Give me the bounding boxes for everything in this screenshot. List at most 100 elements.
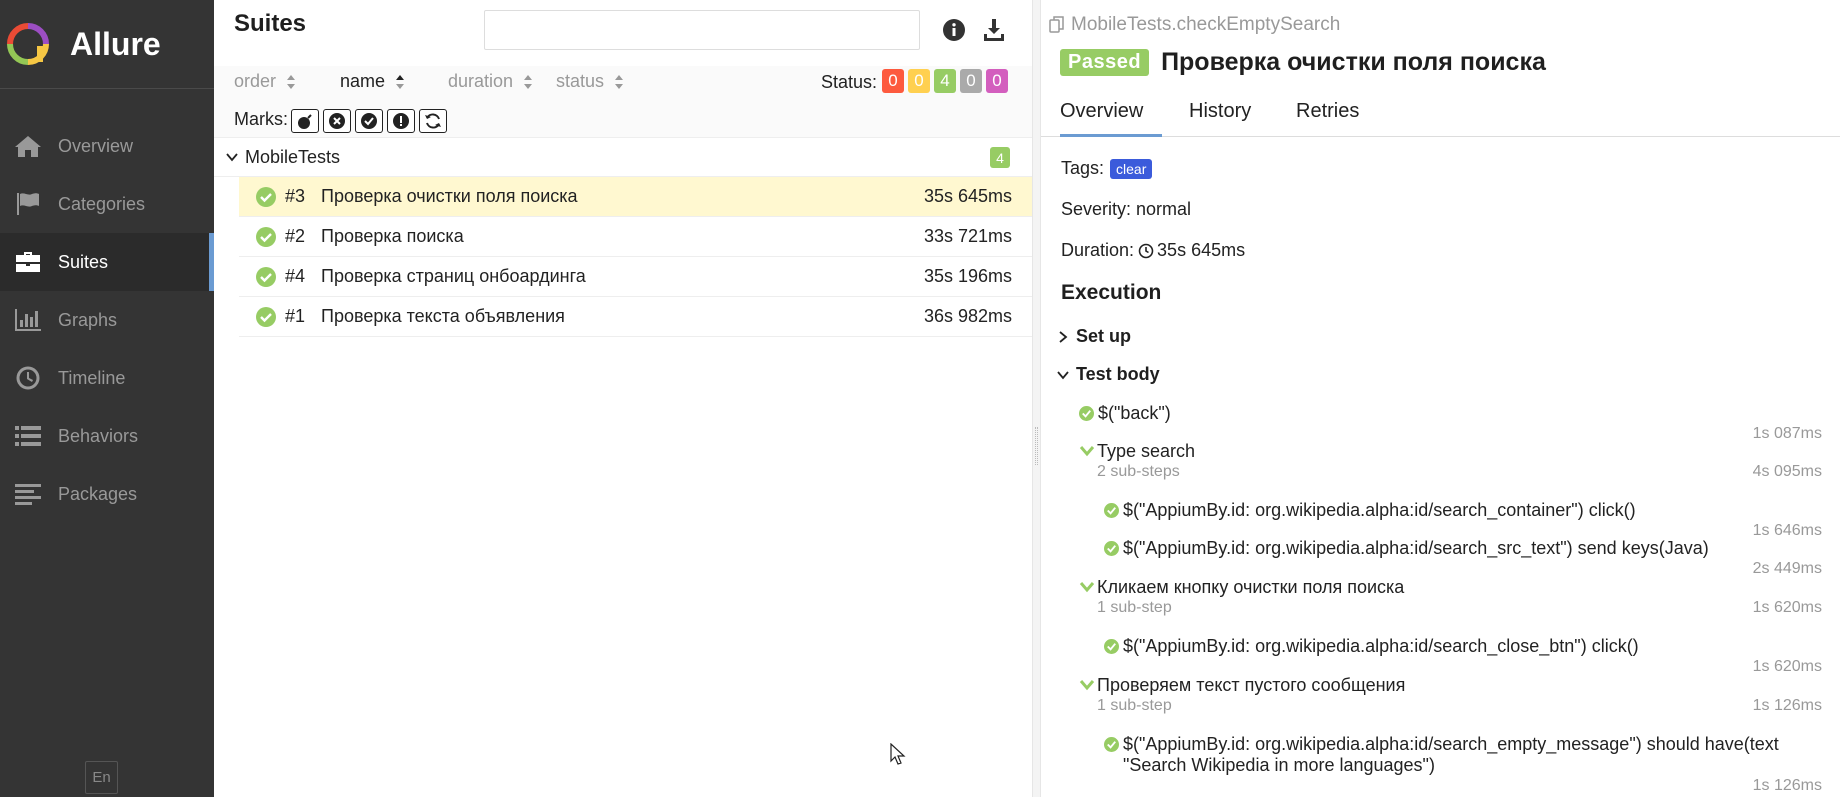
table-row[interactable]: #4 Проверка страниц онбоардинга 35s 196m…	[239, 257, 1032, 297]
marks-bar: Marks:	[214, 102, 1032, 138]
step-duration: 1s 646ms	[1752, 522, 1822, 539]
test-details-panel: MobileTests.checkEmptySearch Passed Пров…	[1041, 0, 1840, 797]
step-item[interactable]: $("AppiumBy.id: org.wikipedia.alpha:id/s…	[1104, 538, 1709, 559]
sidebar-item-timeline[interactable]: Timeline	[0, 349, 214, 407]
test-body-section[interactable]: Test body	[1057, 364, 1160, 385]
passed-status-icon	[1104, 737, 1119, 752]
step-duration: 1s 126ms	[1752, 697, 1822, 714]
sidebar-item-label: Behaviors	[58, 425, 139, 446]
step-item[interactable]: Кликаем кнопку очистки поля поиска	[1079, 577, 1404, 598]
step-item[interactable]: $("back")	[1079, 403, 1171, 424]
sidebar-item-graphs[interactable]: Graphs	[0, 291, 214, 349]
sort-bar: order name duration status Status: 0 0 4…	[214, 66, 1032, 102]
mark-retries-button[interactable]	[419, 109, 447, 133]
sidebar-item-suites[interactable]: Suites	[0, 233, 214, 291]
sort-icon	[396, 74, 405, 89]
passed-status-icon	[256, 187, 276, 207]
status-passed-badge[interactable]: 4	[934, 69, 956, 93]
step-item[interactable]: Проверяем текст пустого сообщения	[1079, 675, 1405, 696]
table-row[interactable]: #2 Проверка поиска 33s 721ms	[239, 217, 1032, 257]
test-name: Проверка очистки поля поиска	[321, 186, 578, 206]
duration-row: Duration: 35s 645ms	[1061, 240, 1246, 260]
mark-flaky-button[interactable]	[291, 109, 319, 133]
bomb-icon	[298, 114, 312, 129]
chevron-down-icon	[1057, 370, 1069, 379]
step-item[interactable]: Type search	[1079, 441, 1195, 462]
sort-duration[interactable]: duration	[448, 71, 533, 92]
chevron-down-icon	[1079, 446, 1095, 457]
test-number: #1	[285, 306, 306, 326]
step-duration: 4s 095ms	[1752, 463, 1822, 480]
status-broken-badge[interactable]: 0	[908, 69, 930, 93]
suite-group-mobiletests[interactable]: MobileTests 4	[214, 138, 1032, 177]
table-row[interactable]: #3 Проверка очистки поля поиска 35s 645m…	[239, 177, 1032, 217]
splitter-grip[interactable]	[1035, 427, 1038, 465]
language-button[interactable]: En	[85, 761, 118, 794]
execution-title: Execution	[1061, 281, 1162, 304]
test-fullname[interactable]: MobileTests.checkEmptySearch	[1049, 14, 1340, 36]
brand[interactable]: Allure	[0, 0, 214, 89]
test-name: Проверка страниц онбоардинга	[321, 266, 586, 286]
step-substeps-count: 1 sub-step	[1097, 599, 1172, 616]
sidebar-item-behaviors[interactable]: Behaviors	[0, 407, 214, 465]
refresh-icon	[425, 113, 441, 129]
sidebar: Allure Overview Categories Suites Graphs…	[0, 0, 214, 797]
test-duration: 35s 196ms	[923, 266, 1012, 286]
sidebar-item-label: Graphs	[58, 309, 118, 330]
align-left-icon	[13, 482, 43, 506]
page-title: Suites	[234, 10, 307, 37]
clock-icon	[13, 366, 43, 390]
step-item[interactable]: $("AppiumBy.id: org.wikipedia.alpha:id/s…	[1104, 500, 1636, 521]
download-icon[interactable]	[981, 17, 1007, 43]
step-duration: 2s 449ms	[1752, 560, 1822, 577]
test-name: Проверка текста объявления	[321, 306, 565, 326]
info-icon[interactable]	[941, 17, 967, 43]
table-row[interactable]: #1 Проверка текста объявления 36s 982ms	[239, 297, 1032, 337]
panel-splitter[interactable]	[1032, 0, 1041, 797]
tab-history[interactable]: History	[1189, 100, 1251, 137]
details-tabs: Overview History Retries	[1041, 92, 1840, 137]
search-input[interactable]	[484, 10, 920, 50]
test-status-row: Passed Проверка очистки поля поиска	[1060, 48, 1546, 77]
passed-status-icon	[1104, 639, 1119, 654]
test-duration: 35s 645ms	[923, 186, 1012, 206]
status-unknown-badge[interactable]: 0	[986, 69, 1008, 93]
mark-new-broken-button[interactable]	[387, 109, 415, 133]
sort-order[interactable]: order	[234, 71, 296, 92]
status-failed-badge[interactable]: 0	[882, 69, 904, 93]
copy-icon	[1049, 16, 1064, 33]
status-skipped-badge[interactable]: 0	[960, 69, 982, 93]
check-circle-icon	[361, 113, 377, 129]
sort-status[interactable]: status	[556, 71, 624, 92]
tab-overview[interactable]: Overview	[1060, 100, 1162, 137]
sidebar-item-packages[interactable]: Packages	[0, 465, 214, 523]
mark-new-failed-button[interactable]	[323, 109, 351, 133]
mark-new-passed-button[interactable]	[355, 109, 383, 133]
passed-status-icon	[1104, 541, 1119, 556]
sidebar-item-overview[interactable]: Overview	[0, 117, 214, 175]
tag-badge[interactable]: clear	[1110, 158, 1153, 179]
sort-icon	[287, 74, 296, 89]
sort-name[interactable]: name	[340, 71, 405, 92]
sidebar-item-label: Timeline	[58, 367, 126, 388]
passed-status-icon	[256, 227, 276, 247]
step-item[interactable]: $("AppiumBy.id: org.wikipedia.alpha:id/s…	[1104, 636, 1639, 657]
chevron-down-icon	[1079, 680, 1095, 691]
mouse-cursor-icon	[890, 743, 906, 765]
step-item[interactable]: $("AppiumBy.id: org.wikipedia.alpha:id/s…	[1104, 734, 1779, 776]
test-duration: 36s 982ms	[923, 306, 1012, 326]
suite-group-name: MobileTests	[245, 147, 341, 167]
step-duration: 1s 126ms	[1752, 777, 1822, 794]
times-circle-icon	[329, 113, 345, 129]
sidebar-item-categories[interactable]: Categories	[0, 175, 214, 233]
tab-retries[interactable]: Retries	[1296, 100, 1359, 137]
brand-name: Allure	[70, 25, 161, 62]
setup-section[interactable]: Set up	[1057, 326, 1131, 347]
allure-logo-icon	[7, 23, 49, 65]
sidebar-item-label: Categories	[58, 193, 146, 214]
marks-label: Marks:	[234, 109, 288, 129]
home-icon	[13, 134, 43, 158]
chevron-down-icon	[226, 153, 238, 162]
sort-icon	[524, 74, 533, 89]
sidebar-nav: Overview Categories Suites Graphs Timeli…	[0, 117, 214, 523]
